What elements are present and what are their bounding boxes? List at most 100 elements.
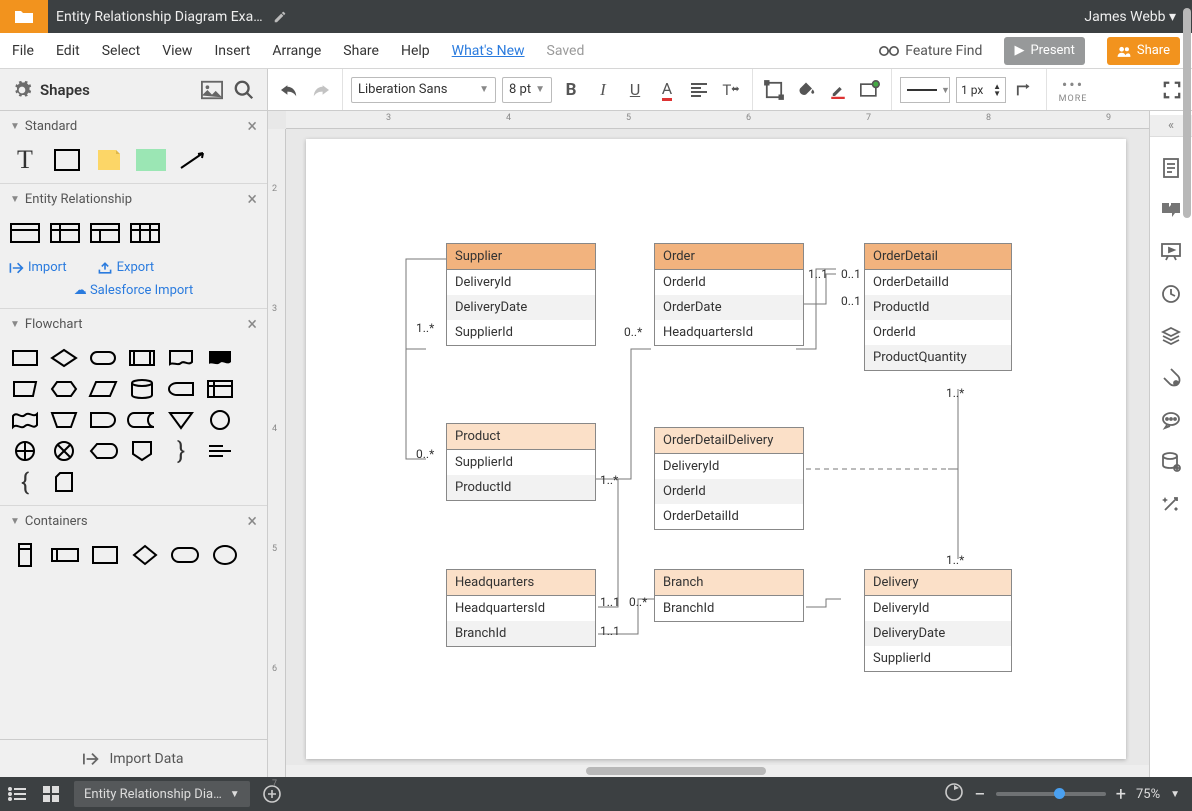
fc-merge[interactable]: [166, 409, 196, 431]
er-shape-2[interactable]: [50, 222, 80, 244]
zoom-in-button[interactable]: +: [1116, 784, 1126, 805]
comments-icon[interactable]: [1160, 199, 1182, 221]
zoom-level[interactable]: 75%: [1136, 787, 1160, 802]
outline-view-icon[interactable]: [0, 777, 34, 811]
page-settings-icon[interactable]: [1160, 157, 1182, 179]
user-menu[interactable]: James Webb ▾: [1068, 9, 1192, 25]
entity-order[interactable]: Order OrderId OrderDate HeadquartersId: [654, 243, 804, 346]
er-shape-4[interactable]: [130, 222, 160, 244]
grid-view-icon[interactable]: [34, 777, 68, 811]
fc-diamond[interactable]: [49, 347, 79, 369]
fc-note[interactable]: [205, 440, 235, 462]
canvas[interactable]: Supplier DeliveryId DeliveryDate Supplie…: [286, 129, 1149, 777]
menu-whatsnew[interactable]: What's New: [452, 43, 525, 59]
fc-rect[interactable]: [10, 347, 40, 369]
data-icon[interactable]: [1160, 451, 1182, 473]
shape-style-button[interactable]: [857, 77, 883, 103]
search-icon[interactable]: [233, 79, 255, 101]
menu-edit[interactable]: Edit: [56, 43, 80, 59]
text-color-button[interactable]: A: [654, 77, 680, 103]
fontsize-select[interactable]: 8 pt▼: [502, 77, 552, 103]
arrow-shape[interactable]: [178, 149, 208, 171]
menu-select[interactable]: Select: [102, 43, 140, 59]
italic-button[interactable]: I: [590, 77, 616, 103]
section-containers[interactable]: ▼Containers×: [0, 506, 267, 536]
import-data-button[interactable]: Import Data: [0, 739, 267, 777]
fc-stored[interactable]: [127, 409, 157, 431]
cont-circle[interactable]: [210, 544, 240, 566]
text-orient-button[interactable]: T⬌: [718, 77, 744, 103]
er-shape-3[interactable]: [90, 222, 120, 244]
line-width-select[interactable]: 1 px▲▼: [956, 77, 1006, 103]
fc-display[interactable]: [88, 440, 118, 462]
folder-icon[interactable]: [0, 0, 48, 33]
section-standard[interactable]: ▼Standard×: [0, 111, 267, 141]
cont-rect[interactable]: [90, 544, 120, 566]
fc-tape[interactable]: [10, 409, 40, 431]
fc-brace-l[interactable]: {: [10, 471, 40, 493]
cont-lane-v[interactable]: [10, 544, 40, 566]
layers-icon[interactable]: [1160, 325, 1182, 347]
rect-shape[interactable]: [52, 149, 82, 171]
export-link[interactable]: Export: [97, 260, 155, 275]
menu-view[interactable]: View: [162, 43, 192, 59]
line-route-button[interactable]: [1012, 77, 1038, 103]
font-select[interactable]: Liberation Sans▼: [351, 77, 496, 103]
present-panel-icon[interactable]: [1160, 241, 1182, 263]
section-er[interactable]: ▼Entity Relationship×: [0, 184, 267, 214]
section-flowchart[interactable]: ▼Flowchart×: [0, 309, 267, 339]
bold-button[interactable]: B: [558, 77, 584, 103]
fc-db[interactable]: [127, 378, 157, 400]
fc-doc[interactable]: [166, 347, 196, 369]
vertical-scrollbar[interactable]: [1181, 0, 1192, 300]
history-icon[interactable]: [1160, 283, 1182, 305]
entity-supplier[interactable]: Supplier DeliveryId DeliveryDate Supplie…: [446, 243, 596, 346]
feature-find[interactable]: Feature Find: [879, 43, 982, 59]
share-button[interactable]: Share: [1107, 37, 1180, 65]
block-shape[interactable]: [136, 149, 166, 171]
shape-mode-button[interactable]: [761, 77, 787, 103]
underline-button[interactable]: U: [622, 77, 648, 103]
menu-help[interactable]: Help: [401, 43, 430, 59]
zoom-out-button[interactable]: −: [974, 782, 985, 806]
fc-conn[interactable]: [205, 409, 235, 431]
close-icon[interactable]: ×: [247, 189, 257, 210]
edit-title-icon[interactable]: [273, 10, 287, 24]
menu-file[interactable]: File: [12, 43, 34, 59]
entity-product[interactable]: Product SupplierId ProductId: [446, 423, 596, 501]
note-shape[interactable]: [94, 149, 124, 171]
entity-delivery[interactable]: Delivery DeliveryId DeliveryDate Supplie…: [864, 569, 1012, 672]
entity-hq[interactable]: Headquarters HeadquartersId BranchId: [446, 569, 596, 647]
fc-offpage[interactable]: [127, 440, 157, 462]
sync-icon[interactable]: [944, 782, 964, 806]
theme-icon[interactable]: [1160, 367, 1182, 389]
fc-delay[interactable]: [88, 409, 118, 431]
border-color-button[interactable]: [825, 77, 851, 103]
fc-sum[interactable]: [49, 440, 79, 462]
page-tab[interactable]: Entity Relationship Dia…▼: [74, 781, 250, 807]
text-shape[interactable]: T: [10, 149, 40, 171]
fc-or[interactable]: [10, 440, 40, 462]
fc-terminator[interactable]: [88, 347, 118, 369]
fill-button[interactable]: [793, 77, 819, 103]
fc-card[interactable]: [49, 471, 79, 493]
fc-predef[interactable]: [127, 347, 157, 369]
entity-orderdetail[interactable]: OrderDetail OrderDetailId ProductId Orde…: [864, 243, 1012, 371]
close-icon[interactable]: ×: [247, 314, 257, 335]
cont-pill[interactable]: [170, 544, 200, 566]
magic-icon[interactable]: [1160, 493, 1182, 515]
fc-manual[interactable]: [10, 378, 40, 400]
cont-lane-h[interactable]: [50, 544, 80, 566]
align-button[interactable]: [686, 77, 712, 103]
zoom-slider[interactable]: [996, 792, 1106, 796]
import-link[interactable]: Import: [8, 260, 67, 275]
entity-branch[interactable]: Branch BranchId: [654, 569, 804, 622]
close-icon[interactable]: ×: [247, 511, 257, 532]
salesforce-import-link[interactable]: ☁ Salesforce Import: [0, 283, 267, 308]
undo-button[interactable]: [276, 77, 302, 103]
fc-internal[interactable]: [205, 378, 235, 400]
gear-icon[interactable]: [12, 80, 32, 100]
image-icon[interactable]: [201, 80, 223, 100]
fc-doc2[interactable]: [205, 347, 235, 369]
fc-data[interactable]: [88, 378, 118, 400]
